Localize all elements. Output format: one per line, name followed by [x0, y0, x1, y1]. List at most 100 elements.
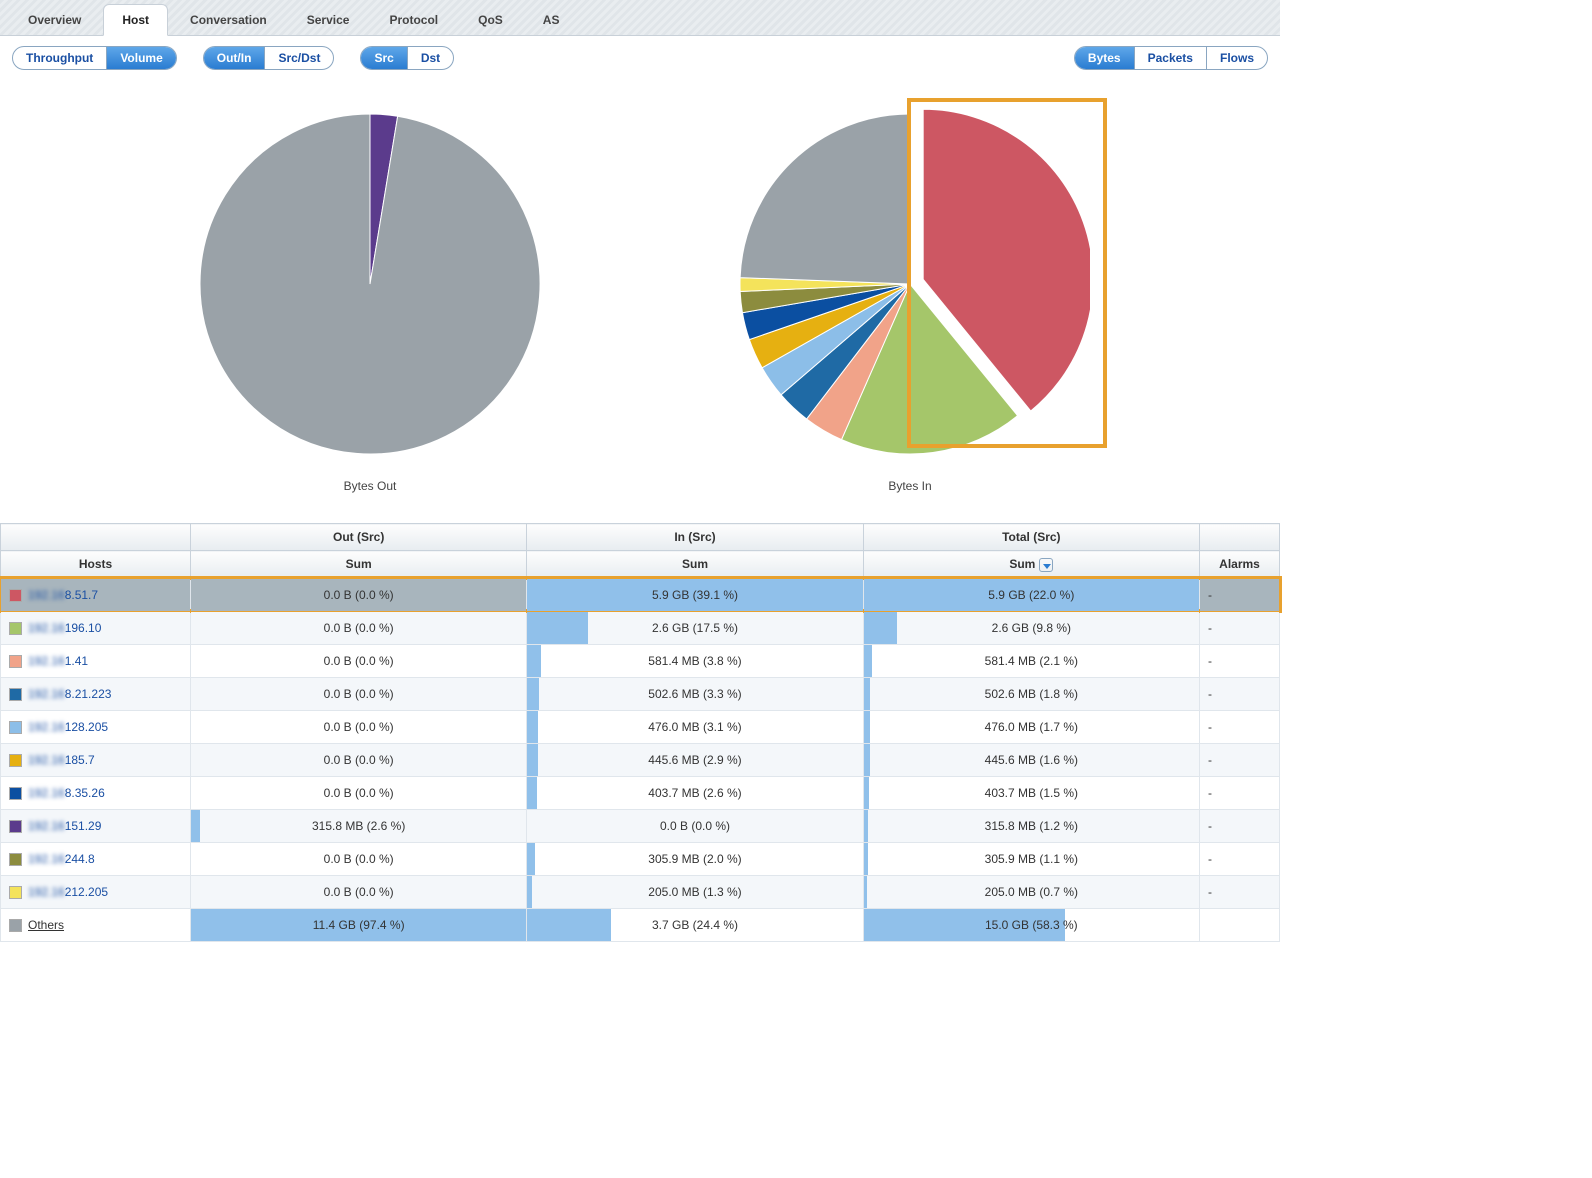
seg-btn-src-dst[interactable]: Src/Dst — [264, 47, 333, 69]
cell-total: 15.0 GB (58.3 %) — [863, 908, 1199, 941]
tab-service[interactable]: Service — [289, 5, 368, 35]
color-swatch — [9, 886, 22, 899]
cell-total: 205.0 MB (0.7 %) — [863, 875, 1199, 908]
table-row[interactable]: 192.16151.29315.8 MB (2.6 %)0.0 B (0.0 %… — [1, 809, 1280, 842]
host-link[interactable]: 1.41 — [65, 654, 88, 668]
table-row[interactable]: Others 11.4 GB (97.4 %)3.7 GB (24.4 %)15.… — [1, 908, 1280, 941]
host-link[interactable]: Others — [28, 918, 64, 932]
seg-btn-packets[interactable]: Packets — [1134, 47, 1206, 69]
th-blank — [1, 524, 191, 551]
cell-alarms: - — [1200, 611, 1280, 644]
cell-in: 476.0 MB (3.1 %) — [527, 710, 863, 743]
cell-out: 11.4 GB (97.4 %) — [191, 908, 527, 941]
color-swatch — [9, 820, 22, 833]
cell-alarms — [1200, 908, 1280, 941]
cell-out: 0.0 B (0.0 %) — [191, 644, 527, 677]
th-in[interactable]: In (Src) — [527, 524, 863, 551]
th-alarms[interactable]: Alarms — [1200, 551, 1280, 579]
cell-out: 0.0 B (0.0 %) — [191, 875, 527, 908]
cell-total: 5.9 GB (22.0 %) — [863, 578, 1199, 611]
color-swatch — [9, 853, 22, 866]
tab-protocol[interactable]: Protocol — [371, 5, 456, 35]
seg-btn-throughput[interactable]: Throughput — [13, 47, 106, 69]
pie-bytes-out — [190, 104, 550, 464]
chart-title-in: Bytes In — [730, 479, 1090, 493]
cell-in: 403.7 MB (2.6 %) — [527, 776, 863, 809]
color-swatch — [9, 787, 22, 800]
table-row[interactable]: 192.16185.70.0 B (0.0 %)445.6 MB (2.9 %)… — [1, 743, 1280, 776]
chart-title-out: Bytes Out — [190, 479, 550, 493]
host-link[interactable]: 128.205 — [65, 720, 108, 734]
cell-out: 0.0 B (0.0 %) — [191, 776, 527, 809]
color-swatch — [9, 919, 22, 932]
cell-out: 0.0 B (0.0 %) — [191, 611, 527, 644]
cell-alarms: - — [1200, 644, 1280, 677]
seg-btn-bytes[interactable]: Bytes — [1075, 47, 1134, 69]
cell-total: 445.6 MB (1.6 %) — [863, 743, 1199, 776]
host-link[interactable]: 151.29 — [65, 819, 102, 833]
tab-host[interactable]: Host — [103, 4, 168, 36]
seg-btn-dst[interactable]: Dst — [407, 47, 453, 69]
th-blank2 — [1200, 524, 1280, 551]
cell-out: 0.0 B (0.0 %) — [191, 677, 527, 710]
th-hosts[interactable]: Hosts — [1, 551, 191, 579]
seg-btn-src[interactable]: Src — [361, 47, 406, 69]
seg-btn-flows[interactable]: Flows — [1206, 47, 1267, 69]
host-link[interactable]: 244.8 — [65, 852, 95, 866]
host-link[interactable]: 185.7 — [65, 753, 95, 767]
tab-conversation[interactable]: Conversation — [172, 5, 285, 35]
cell-out: 0.0 B (0.0 %) — [191, 743, 527, 776]
tab-overview[interactable]: Overview — [10, 5, 99, 35]
th-total[interactable]: Total (Src) — [863, 524, 1199, 551]
table-row[interactable]: 192.16212.2050.0 B (0.0 %)205.0 MB (1.3 … — [1, 875, 1280, 908]
seg-g1: ThroughputVolume — [12, 46, 177, 70]
cell-out: 315.8 MB (2.6 %) — [191, 809, 527, 842]
cell-in: 305.9 MB (2.0 %) — [527, 842, 863, 875]
host-link[interactable]: 8.21.223 — [65, 687, 112, 701]
cell-alarms: - — [1200, 578, 1280, 611]
cell-total: 581.4 MB (2.1 %) — [863, 644, 1199, 677]
table-row[interactable]: 192.168.35.260.0 B (0.0 %)403.7 MB (2.6 … — [1, 776, 1280, 809]
tab-bar: OverviewHostConversationServiceProtocolQ… — [0, 0, 1280, 36]
seg-g2: Out/InSrc/Dst — [203, 46, 335, 70]
cell-alarms: - — [1200, 710, 1280, 743]
th-total-sum[interactable]: Sum — [863, 551, 1199, 579]
color-swatch — [9, 754, 22, 767]
seg-g3: SrcDst — [360, 46, 454, 70]
color-swatch — [9, 688, 22, 701]
th-out-sum[interactable]: Sum — [191, 551, 527, 579]
tab-as[interactable]: AS — [525, 5, 578, 35]
host-link[interactable]: 8.51.7 — [65, 588, 98, 602]
host-link[interactable]: 196.10 — [65, 621, 102, 635]
table-row[interactable]: 192.16244.80.0 B (0.0 %)305.9 MB (2.0 %)… — [1, 842, 1280, 875]
sort-desc-icon[interactable] — [1039, 558, 1053, 572]
seg-btn-out-in[interactable]: Out/In — [204, 47, 265, 69]
th-in-sum[interactable]: Sum — [527, 551, 863, 579]
table-row[interactable]: 192.161.410.0 B (0.0 %)581.4 MB (3.8 %)5… — [1, 644, 1280, 677]
cell-alarms: - — [1200, 842, 1280, 875]
cell-total: 403.7 MB (1.5 %) — [863, 776, 1199, 809]
cell-alarms: - — [1200, 677, 1280, 710]
color-swatch — [9, 721, 22, 734]
cell-in: 445.6 MB (2.9 %) — [527, 743, 863, 776]
cell-out: 0.0 B (0.0 %) — [191, 710, 527, 743]
color-swatch — [9, 655, 22, 668]
th-out[interactable]: Out (Src) — [191, 524, 527, 551]
cell-in: 3.7 GB (24.4 %) — [527, 908, 863, 941]
host-link[interactable]: 8.35.26 — [65, 786, 105, 800]
color-swatch — [9, 622, 22, 635]
table-row[interactable]: 192.16196.100.0 B (0.0 %)2.6 GB (17.5 %)… — [1, 611, 1280, 644]
table-row[interactable]: 192.168.51.70.0 B (0.0 %)5.9 GB (39.1 %)… — [1, 578, 1280, 611]
cell-in: 0.0 B (0.0 %) — [527, 809, 863, 842]
seg-btn-volume[interactable]: Volume — [106, 47, 175, 69]
cell-out: 0.0 B (0.0 %) — [191, 578, 527, 611]
cell-alarms: - — [1200, 875, 1280, 908]
host-link[interactable]: 212.205 — [65, 885, 108, 899]
cell-alarms: - — [1200, 809, 1280, 842]
table-row[interactable]: 192.16128.2050.0 B (0.0 %)476.0 MB (3.1 … — [1, 710, 1280, 743]
cell-total: 315.8 MB (1.2 %) — [863, 809, 1199, 842]
table-row[interactable]: 192.168.21.2230.0 B (0.0 %)502.6 MB (3.3… — [1, 677, 1280, 710]
tab-qos[interactable]: QoS — [460, 5, 521, 35]
cell-in: 2.6 GB (17.5 %) — [527, 611, 863, 644]
pie-bytes-in — [730, 104, 1090, 464]
